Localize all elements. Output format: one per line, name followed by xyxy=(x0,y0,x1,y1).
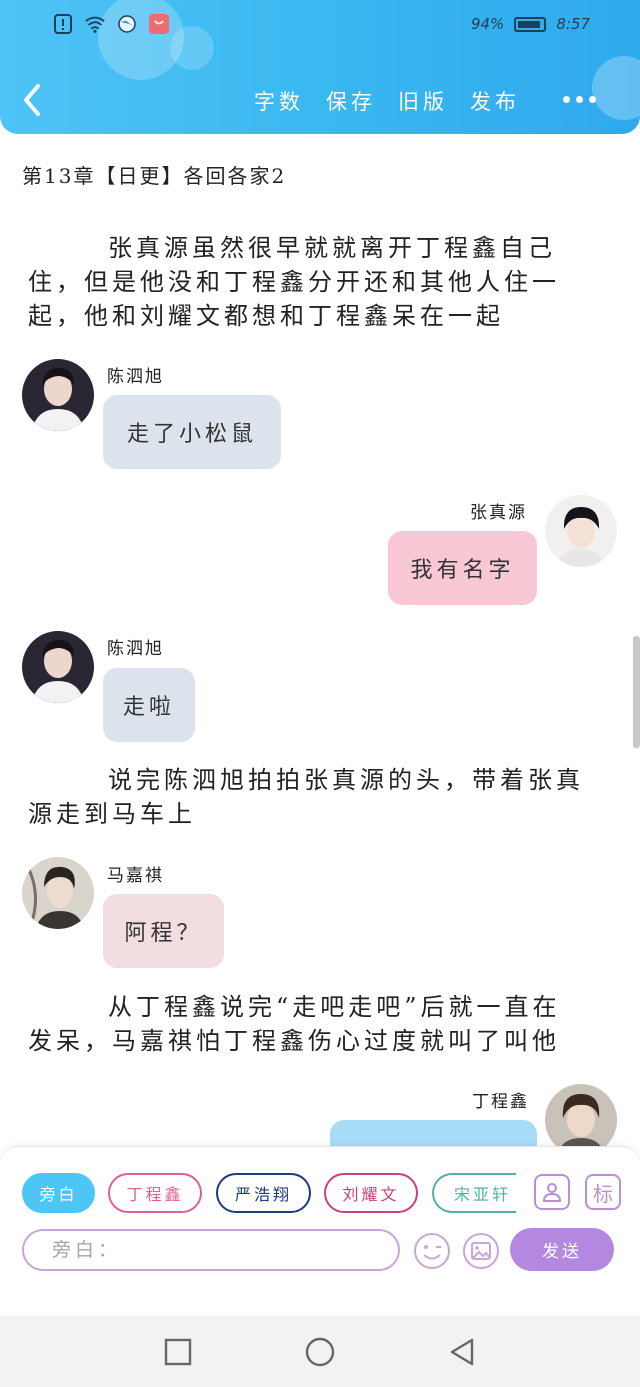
system-nav-bar xyxy=(0,1316,640,1387)
triangle-nav-icon xyxy=(450,1338,474,1366)
back-button[interactable] xyxy=(18,80,48,120)
tag-button[interactable]: 标 xyxy=(585,1174,621,1210)
narration-paragraph: 说完陈泗旭拍拍张真源的头，带着张真源走到马车上 xyxy=(28,766,584,828)
home-button[interactable] xyxy=(304,1336,336,1368)
narration-paragraph: 从丁程鑫说完“走吧走吧”后就一直在发呆，马嘉祺怕丁程鑫伤心过度就叫了叫他 xyxy=(28,993,561,1055)
role-chip[interactable]: 宋亚轩 xyxy=(432,1173,516,1213)
publish-button[interactable]: 发布 xyxy=(470,86,520,116)
decor-bubble xyxy=(592,56,640,120)
chapter-title: 第13章【日更】各回各家2 xyxy=(22,164,287,188)
alert-icon xyxy=(52,13,74,35)
recent-apps-button[interactable] xyxy=(162,1336,194,1368)
speaker-name: 马嘉祺 xyxy=(107,866,164,886)
avatar[interactable] xyxy=(22,631,94,703)
wifi-icon xyxy=(84,13,106,35)
back-arrow-icon xyxy=(24,84,40,116)
old-version-button[interactable]: 旧版 xyxy=(398,86,448,116)
chat-bubble[interactable]: 阿程？ xyxy=(103,894,224,968)
send-button[interactable]: 发送 xyxy=(510,1228,614,1271)
role-chip-narrator[interactable]: 旁白 xyxy=(22,1173,95,1213)
chat-bubble[interactable]: 我有名字 xyxy=(388,531,537,605)
toolbar: 字数 保存 旧版 发布 xyxy=(254,86,520,116)
emoji-button[interactable] xyxy=(413,1232,451,1270)
avatar[interactable] xyxy=(22,359,94,431)
battery-icon xyxy=(514,16,547,32)
image-icon xyxy=(463,1233,499,1269)
role-chip[interactable]: 刘耀文 xyxy=(324,1173,418,1213)
smiley-icon xyxy=(414,1233,450,1269)
scrollbar[interactable] xyxy=(633,636,640,748)
chat-bubble[interactable]: 走了小松鼠 xyxy=(103,395,281,469)
narration-paragraph: 张真源虽然很早就就离开丁程鑫自己住，但是他没和丁程鑫分开还和其他人住一起，他和刘… xyxy=(28,234,560,330)
clock: 8:57 xyxy=(556,15,590,33)
role-chip[interactable]: 丁程鑫 xyxy=(108,1173,202,1213)
speaker-name: 张真源 xyxy=(470,503,527,523)
globe-icon xyxy=(116,13,138,35)
header: 94% 8:57 字数 保存 旧版 发布 xyxy=(0,0,640,134)
circle-nav-icon xyxy=(305,1337,335,1367)
status-bar: 94% 8:57 xyxy=(0,0,640,50)
message-input[interactable] xyxy=(22,1229,400,1271)
square-nav-icon xyxy=(164,1338,192,1366)
speaker-name: 陈泗旭 xyxy=(107,367,164,387)
shop-icon xyxy=(148,13,170,35)
avatar-button[interactable] xyxy=(534,1174,570,1210)
speaker-name: 陈泗旭 xyxy=(107,639,164,659)
save-button[interactable]: 保存 xyxy=(326,86,376,116)
avatar-icon xyxy=(542,1183,562,1202)
word-count-button[interactable]: 字数 xyxy=(254,86,304,116)
chat-bubble[interactable]: 走啦 xyxy=(103,668,195,742)
avatar[interactable] xyxy=(545,495,617,567)
more-icon[interactable] xyxy=(563,96,596,103)
role-chip[interactable]: 严浩翔 xyxy=(216,1173,311,1213)
speaker-name: 丁程鑫 xyxy=(472,1092,529,1112)
system-back-button[interactable] xyxy=(446,1336,478,1368)
battery-percent: 94% xyxy=(470,15,505,33)
avatar[interactable] xyxy=(22,857,94,929)
image-button[interactable] xyxy=(462,1232,500,1270)
